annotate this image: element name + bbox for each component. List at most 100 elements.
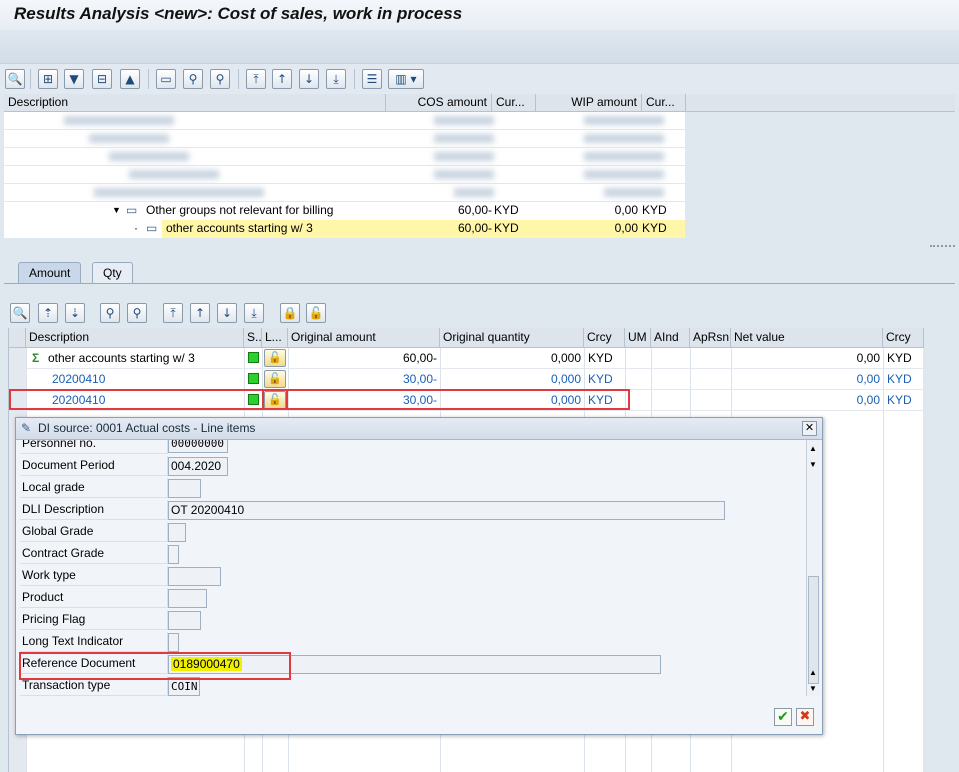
col-cos-amount[interactable]: COS amount <box>386 94 492 112</box>
field-product[interactable] <box>168 589 207 608</box>
field-document-period[interactable]: 004.2020 <box>168 457 228 476</box>
row-qty: 0,000 <box>550 351 581 365</box>
field-personnel-no[interactable]: 00000000 <box>168 440 228 453</box>
field-long-text-indicator[interactable] <box>168 633 179 652</box>
row-crcy: KYD <box>588 372 613 386</box>
tab-qty[interactable]: Qty <box>92 262 133 283</box>
next-page-icon[interactable]: ↓ <box>299 69 319 89</box>
field-global-grade[interactable] <box>168 523 186 542</box>
close-icon[interactable]: ✕ <box>802 421 817 436</box>
col-wip-amount[interactable]: WIP amount <box>536 94 642 112</box>
col-original-quantity[interactable]: Original quantity <box>440 328 584 348</box>
status-green-icon <box>248 373 259 384</box>
lock-icon[interactable]: 🔒 <box>280 303 300 323</box>
first-page-icon[interactable]: ⤒ <box>246 69 266 89</box>
field-pricing-flag[interactable] <box>168 611 201 630</box>
blurred-row <box>4 130 685 148</box>
row-selector-header[interactable] <box>9 328 26 348</box>
find-next-icon[interactable]: ⚲ <box>210 69 230 89</box>
annotation-box-row <box>9 389 630 410</box>
scroll-up-icon[interactable]: ▲ <box>809 444 817 453</box>
col-status[interactable]: S... <box>244 328 262 348</box>
tree-row-other-groups[interactable]: ▼ ▭ Other groups not relevant for billin… <box>4 202 685 220</box>
row-description[interactable]: 20200410 <box>49 369 108 390</box>
details-icon[interactable]: 🔍 <box>5 69 25 89</box>
row-description: other accounts starting w/ 3 <box>166 221 313 235</box>
row-cur1: KYD <box>494 221 519 235</box>
row-description: Other groups not relevant for billing <box>146 203 334 217</box>
field-dli-description[interactable]: OT 20200410 <box>168 501 725 520</box>
find-icon[interactable]: ⚲ <box>100 303 120 323</box>
col-aind[interactable]: AInd <box>651 328 690 348</box>
tab-amount[interactable]: Amount <box>18 262 82 283</box>
dialog-title-bar: ✎ DI source: 0001 Actual costs - Line it… <box>16 418 822 440</box>
separator <box>354 69 355 89</box>
scroll-up-icon[interactable]: ▲ <box>809 668 817 677</box>
label-work-type: Work type <box>20 566 168 586</box>
col-crcy-2[interactable]: Crcy <box>883 328 924 348</box>
tree-header: Description COS amount Cur... WIP amount… <box>4 94 955 112</box>
col-currency-2[interactable]: Cur... <box>642 94 686 112</box>
next-page-icon[interactable]: ↓ <box>217 303 237 323</box>
tree-toolbar: 🔍 ⊞ ▼ ⊟ ▲ ▭ ⚲ ⚲ ⤒ ↑ ↓ ⤓ ☰ ▥ ▾ <box>0 64 959 94</box>
lock-toggle-icon[interactable]: 🔓 <box>264 349 286 367</box>
row-wip: 0,00 <box>614 221 638 235</box>
field-local-grade[interactable] <box>168 479 201 498</box>
unlock-icon[interactable]: 🔓 <box>306 303 326 323</box>
confirm-button[interactable]: ✔ <box>774 708 792 726</box>
col-crcy[interactable]: Crcy <box>584 328 625 348</box>
scroll-down-icon[interactable]: ▼ <box>809 684 817 693</box>
row-crcy: KYD <box>588 351 613 365</box>
expand-arrow-icon[interactable]: ▼ <box>112 202 121 219</box>
splitter-dots[interactable] <box>930 245 955 248</box>
details-icon[interactable]: 🔍 <box>10 303 30 323</box>
expand-icon[interactable]: ⊞ <box>38 69 58 89</box>
col-currency-1[interactable]: Cur... <box>492 94 536 112</box>
last-page-icon[interactable]: ⤓ <box>244 303 264 323</box>
col-original-amount[interactable]: Original amount <box>288 328 440 348</box>
col-lock[interactable]: L... <box>262 328 288 348</box>
lock-toggle-icon[interactable]: 🔓 <box>264 370 286 388</box>
previous-page-icon[interactable]: ↑ <box>272 69 292 89</box>
find-next-icon[interactable]: ⚲ <box>127 303 147 323</box>
label-local-grade: Local grade <box>20 478 168 498</box>
page-title: Results Analysis <new>: Cost of sales, w… <box>14 4 463 23</box>
scroll-down-icon[interactable]: ▼ <box>809 460 817 469</box>
sort-ascending-icon[interactable]: ⇡ <box>38 303 58 323</box>
row-description: other accounts starting w/ 3 <box>48 351 195 365</box>
print-icon[interactable]: ▭ <box>156 69 176 89</box>
col-description[interactable]: Description <box>4 94 386 112</box>
collapse-icon[interactable]: ⊟ <box>92 69 112 89</box>
table-row[interactable]: Σ other accounts starting w/ 3 🔓 60,00- … <box>9 348 924 369</box>
table-row[interactable]: 20200410 🔓 30,00- 0,000 KYD 0,00 KYD <box>9 369 924 390</box>
previous-page-icon[interactable]: ↑ <box>190 303 210 323</box>
field-work-type[interactable] <box>168 567 221 586</box>
find-icon[interactable]: ⚲ <box>183 69 203 89</box>
field-contract-grade[interactable] <box>168 545 179 564</box>
first-page-icon[interactable]: ⤒ <box>163 303 183 323</box>
annotation-box-lock <box>262 389 288 410</box>
col-um[interactable]: UM <box>625 328 651 348</box>
expand-all-icon[interactable]: ▼ <box>64 69 84 89</box>
edit-icon: ✎ <box>21 421 32 435</box>
tree-body: ▼ ▭ Other groups not relevant for billin… <box>4 112 685 238</box>
title-bar: Results Analysis <new>: Cost of sales, w… <box>0 0 959 30</box>
sort-descending-icon[interactable]: ⇣ <box>65 303 85 323</box>
collapse-all-icon[interactable]: ▲ <box>120 69 140 89</box>
row-amount: 60,00- <box>402 351 437 365</box>
dialog-scrollbar[interactable]: ▲ ▼ ▲ ▼ <box>806 440 820 696</box>
layout-menu-icon[interactable]: ▥ ▾ <box>388 69 424 89</box>
col-description[interactable]: Description <box>26 328 244 348</box>
tree-row-other-accounts[interactable]: · ▭ other accounts starting w/ 3 60,00- … <box>4 220 685 238</box>
row-net: 0,00 <box>856 351 880 365</box>
row-amount: 30,00- <box>402 372 437 386</box>
cancel-button[interactable]: ✖ <box>796 708 814 726</box>
label-personnel-no: Personnel no. <box>20 440 168 454</box>
col-net-value[interactable]: Net value <box>731 328 883 348</box>
last-page-icon[interactable]: ⤓ <box>326 69 346 89</box>
row-crcy2: KYD <box>887 351 912 365</box>
folder-icon: ▭ <box>126 203 138 217</box>
line-items-dialog: ✎ DI source: 0001 Actual costs - Line it… <box>15 417 823 735</box>
list-icon[interactable]: ☰ <box>362 69 382 89</box>
col-aprsn[interactable]: ApRsn <box>690 328 731 348</box>
